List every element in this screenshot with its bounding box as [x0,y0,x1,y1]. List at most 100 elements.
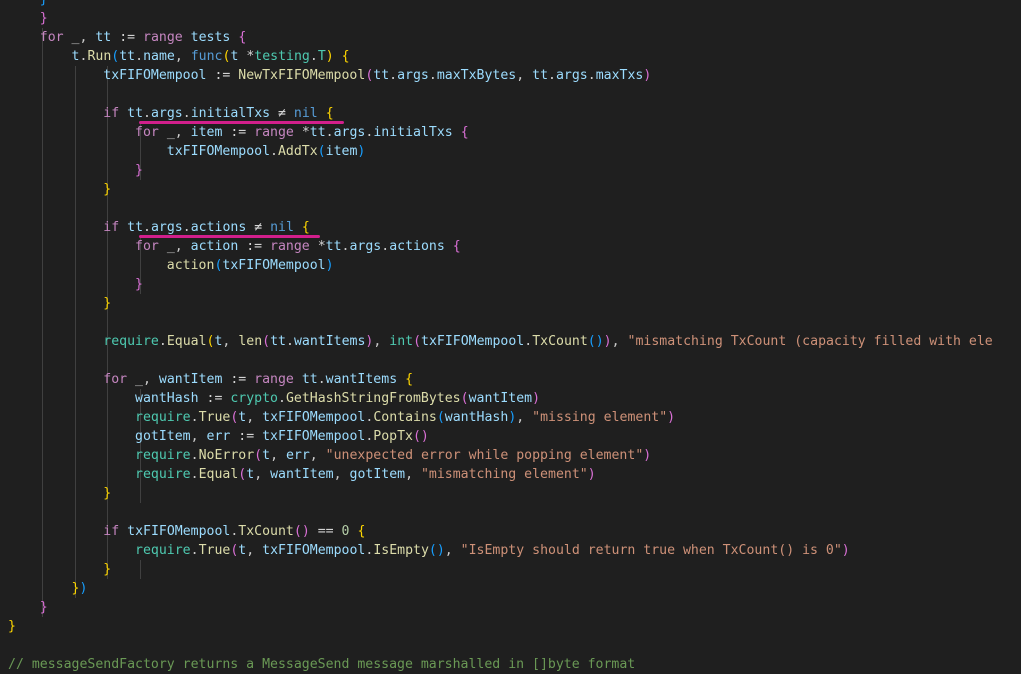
code-line[interactable]: for _, item := range *tt.args.initialTxs… [8,123,469,142]
code-token: ) [603,334,612,349]
code-token: ( [460,391,469,406]
code-token: wantItem [468,391,533,406]
code-line[interactable]: for _, tt := range tests { [8,28,247,47]
code-line[interactable]: } [8,560,111,579]
code-token: := [111,30,144,45]
code-token: Contains [373,410,437,425]
code-token: range [270,239,310,254]
code-line[interactable]: require.Equal(t, len(tt.wantItems), int(… [8,332,992,351]
code-token: := [198,391,231,406]
code-line[interactable]: } [8,598,48,617]
code-line[interactable]: } [8,294,111,313]
code-line[interactable]: txFIFOMempool.AddTx(item) [8,142,366,161]
code-line[interactable]: require.Equal(t, wantItem, gotItem, "mis… [8,465,596,484]
code-line[interactable]: } [8,0,48,9]
code-token: if [103,220,120,235]
code-token: actions [389,239,445,254]
code-token: require [103,334,159,349]
code-token: := [238,239,271,254]
code-token: item [325,144,358,159]
code-line[interactable]: } [8,161,143,180]
code-line[interactable]: } [8,275,143,294]
code-token: { [452,239,461,254]
code-token: txFIFOMempool [166,144,271,159]
code-line[interactable]: if txFIFOMempool.TxCount() == 0 { [8,522,365,541]
code-editor[interactable]: } } for _, tt := range tests { t.Run(tt.… [0,0,1021,672]
code-token: . [143,220,151,235]
code-token: } [103,486,112,501]
code-line[interactable]: }) [8,579,88,598]
code-token: ) [357,144,366,159]
code-token: NewTxFIFOMempool [238,68,366,83]
code-token: , [246,543,263,558]
code-line[interactable]: t.Run(tt.name, func(t *testing.T) { [8,47,350,66]
code-token: * [293,125,310,140]
code-token: ) [532,391,541,406]
code-token: . [182,220,191,235]
code-token: args [150,220,183,235]
code-token: "unexpected error while popping element" [325,448,644,463]
code-token: wantItem [158,372,223,387]
code-token: . [143,106,151,121]
code-line[interactable]: } [8,9,48,28]
code-token: wantItems [325,372,398,387]
code-token: args [349,239,382,254]
code-line[interactable]: for _, wantItem := range tt.wantItems { [8,370,413,389]
code-token: () [293,524,310,539]
code-token: := [222,125,255,140]
code-line[interactable]: action(txFIFOMempool) [8,256,334,275]
code-token: ) [667,410,676,425]
code-token: args [555,68,588,83]
code-token: action [166,258,215,273]
code-line[interactable]: require.NoError(t, err, "unexpected erro… [8,446,651,465]
code-token: err [285,448,310,463]
code-token: "IsEmpty should return true when TxCount… [460,543,842,558]
code-token: ) [643,448,652,463]
code-token: nil [270,220,294,235]
code-token: . [389,68,398,83]
code-token: . [158,334,167,349]
code-token: . [270,144,278,159]
code-token: "missing element" [532,410,668,425]
code-line[interactable]: } [8,180,111,199]
code-token: . [587,68,596,83]
code-token: tt [325,239,342,254]
code-token: , [174,49,191,64]
code-token: , [309,448,326,463]
code-token: func [190,49,223,64]
code-token: { [325,106,334,121]
code-line[interactable]: require.True(t, txFIFOMempool.Contains(w… [8,408,675,427]
code-line[interactable]: // messageSendFactory returns a MessageS… [8,655,635,674]
code-line[interactable]: wantHash := crypto.GetHashStringFromByte… [8,389,540,408]
code-line[interactable]: require.True(t, txFIFOMempool.IsEmpty(),… [8,541,850,560]
code-token: t [246,467,255,482]
code-token: { [460,125,469,140]
code-token: t [262,448,271,463]
code-token: tt [95,30,112,45]
code-token: ) [643,68,652,83]
code-line[interactable]: for _, action := range *tt.args.actions … [8,237,461,256]
code-token: . [309,49,318,64]
code-token: for [103,372,128,387]
code-line[interactable]: } [8,617,16,636]
code-line[interactable]: gotItem, err := txFIFOMempool.PopTx() [8,427,429,446]
code-token: . [325,125,334,140]
code-token: := [230,429,263,444]
code-token: } [103,562,112,577]
code-token: err [206,429,231,444]
code-line[interactable]: txFIFOMempool := NewTxFIFOMempool(tt.arg… [8,66,651,85]
code-line[interactable]: } [8,484,111,503]
